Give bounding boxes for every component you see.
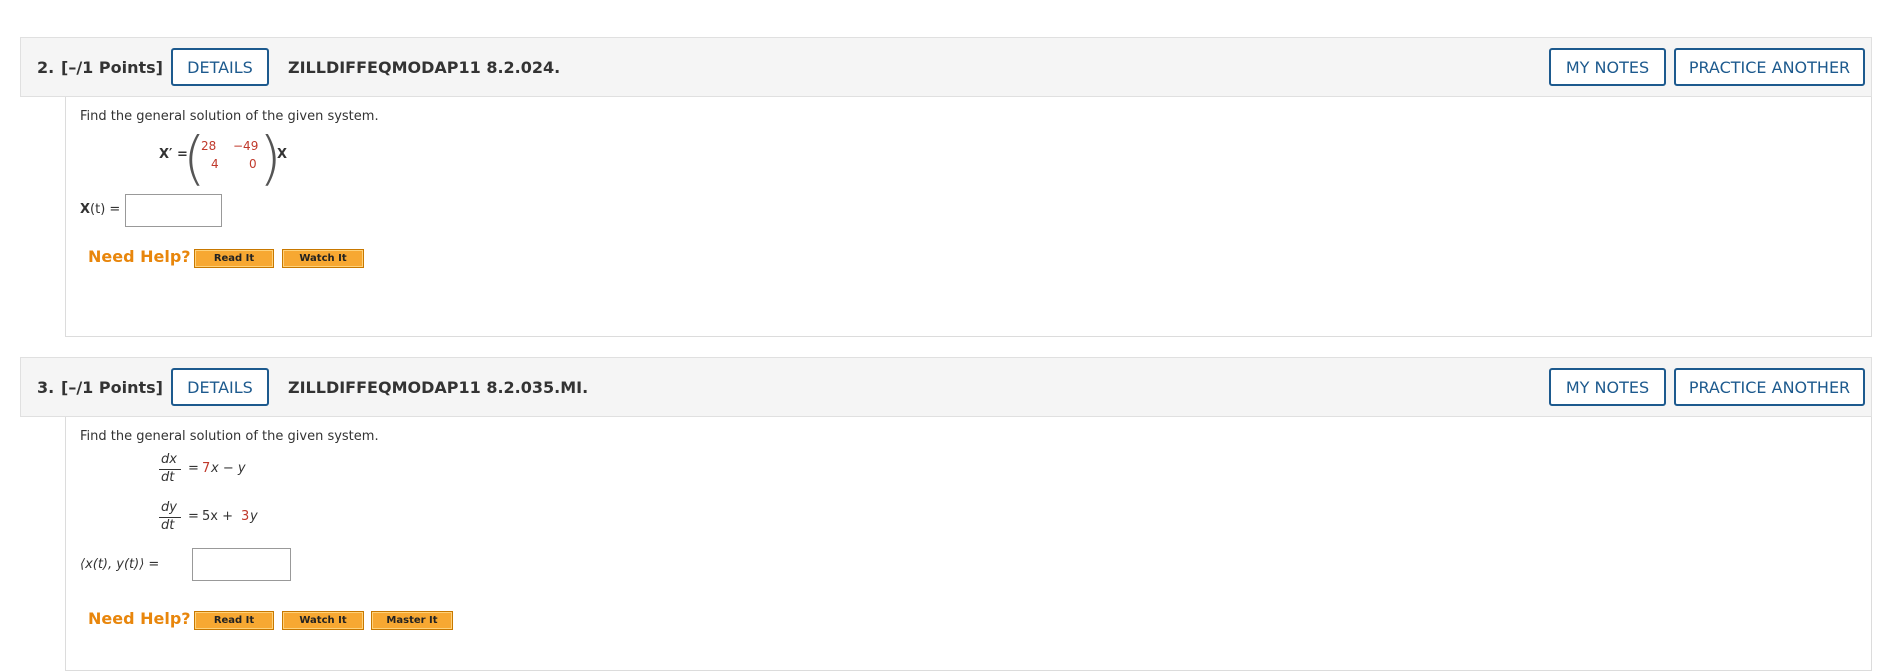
details-button[interactable]: DETAILS (171, 368, 269, 406)
read-it-button[interactable]: Read It (194, 611, 274, 630)
question-points: [–/1 Points] (61, 378, 163, 397)
equation-equals: = (188, 509, 199, 524)
coefficient: 3 (241, 509, 250, 524)
my-notes-button[interactable]: MY NOTES (1549, 48, 1666, 86)
read-it-button[interactable]: Read It (194, 249, 274, 268)
fraction-numerator: dx (161, 452, 177, 467)
master-it-button[interactable]: Master It (371, 611, 453, 630)
question-code: ZILLDIFFEQMODAP11 8.2.024. (288, 58, 561, 77)
question-2: 2. [–/1 Points] DETAILS ZILLDIFFEQMODAP1… (20, 37, 1872, 337)
matrix-left-paren: ( (183, 124, 206, 192)
equation-variable: y (250, 509, 258, 524)
fraction-denominator: dt (161, 518, 175, 533)
answer-input[interactable] (125, 194, 222, 227)
fraction-denominator: dt (161, 470, 175, 485)
question-prompt: Find the general solution of the given s… (80, 109, 379, 124)
equation-2: dy dt = 5x + 3 y (159, 500, 359, 536)
need-help-label: Need Help? (88, 609, 191, 628)
practice-another-button[interactable]: PRACTICE ANOTHER (1674, 368, 1865, 406)
question-points: [–/1 Points] (61, 58, 163, 77)
practice-another-button[interactable]: PRACTICE ANOTHER (1674, 48, 1865, 86)
details-button[interactable]: DETAILS (171, 48, 269, 86)
question-header: 2. [–/1 Points] DETAILS ZILLDIFFEQMODAP1… (20, 37, 1872, 97)
coefficient: 7 (202, 461, 211, 476)
matrix-equation: X′ = ( 28 −49 4 0 ) X (159, 129, 359, 187)
watch-it-button[interactable]: Watch It (282, 611, 364, 630)
answer-label: ⟨x(t), y(t)⟩ = (80, 557, 160, 572)
equation-rhs: x − y (211, 461, 246, 476)
equation-rhs: 5x + (202, 509, 233, 524)
question-number: 3. (37, 378, 55, 397)
matrix-cell: 4 (211, 157, 219, 171)
answer-label: X(t) = (80, 202, 120, 217)
matrix-cell: 0 (249, 157, 257, 171)
matrix-cell: −49 (233, 139, 259, 153)
question-body: Find the general solution of the given s… (65, 97, 1872, 337)
answer-label-vector: X (80, 202, 91, 217)
equation-1: dx dt = 7 x − y (159, 452, 359, 488)
matrix-cell: 28 (201, 139, 217, 153)
question-3: 3. [–/1 Points] DETAILS ZILLDIFFEQMODAP1… (20, 357, 1872, 671)
need-help-label: Need Help? (88, 247, 191, 266)
equation-equals: = (188, 461, 199, 476)
equation-rhs: X (277, 147, 288, 162)
question-code: ZILLDIFFEQMODAP11 8.2.035.MI. (288, 378, 589, 397)
question-body: Find the general solution of the given s… (65, 417, 1872, 671)
watch-it-button[interactable]: Watch It (282, 249, 364, 268)
answer-input[interactable] (192, 548, 291, 581)
question-number: 2. (37, 58, 55, 77)
question-prompt: Find the general solution of the given s… (80, 429, 379, 444)
question-header: 3. [–/1 Points] DETAILS ZILLDIFFEQMODAP1… (20, 357, 1872, 417)
answer-label-rest: (t) = (90, 202, 121, 217)
my-notes-button[interactable]: MY NOTES (1549, 368, 1666, 406)
fraction-numerator: dy (161, 500, 177, 515)
